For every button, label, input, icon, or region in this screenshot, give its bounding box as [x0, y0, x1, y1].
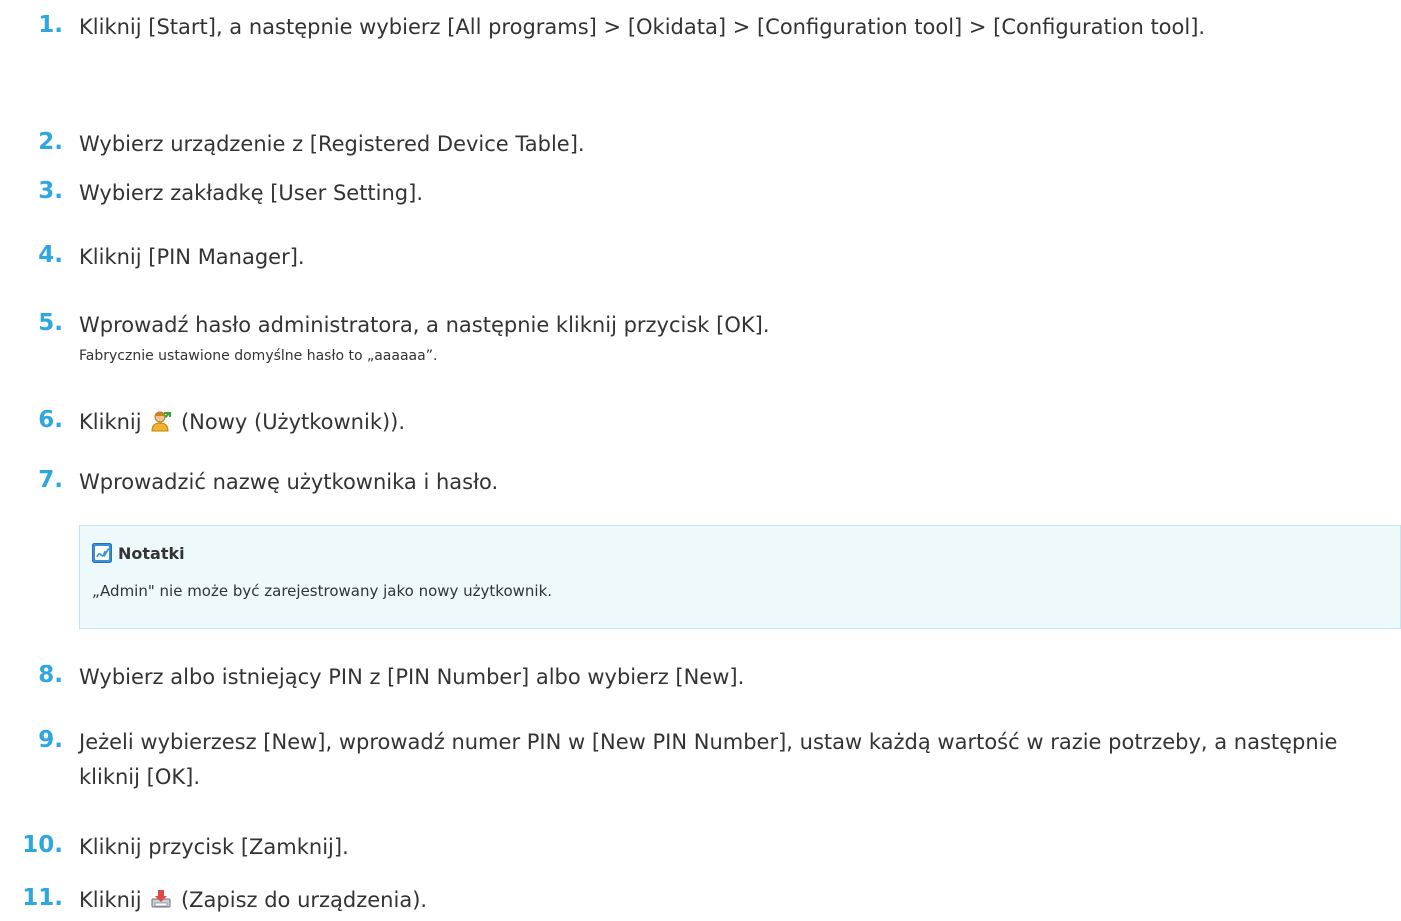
step-subtext: Fabrycznie ustawione domyślne hasło to „… — [79, 348, 438, 364]
step-number: 8. — [38, 662, 63, 688]
memo-pen-icon — [92, 543, 112, 563]
step-number: 11. — [22, 885, 63, 911]
step-text: Kliknij [PIN Manager]. — [79, 245, 305, 269]
note-title: Notatki — [118, 544, 185, 563]
step-text: Wybierz urządzenie z [Registered Device … — [79, 132, 585, 156]
step-text-block: Kliknij (Zapisz do urządzenia). — [79, 883, 1401, 918]
step-number: 1. — [38, 12, 63, 38]
note-header: Notatki — [92, 543, 185, 564]
note-box: Notatki „Admin" nie może być zarejestrow… — [79, 525, 1401, 629]
step-number: 7. — [38, 467, 63, 493]
note-text: „Admin" nie może być zarejestrowany jako… — [92, 582, 553, 600]
step-number: 10. — [22, 832, 63, 858]
step-text: Kliknij — [79, 888, 142, 912]
step-text: (Zapisz do urządzenia). — [180, 888, 428, 912]
step-number: 2. — [38, 129, 63, 155]
step-text-block: Wprowadź hasło administratora, a następn… — [79, 308, 1401, 367]
step-text: (Nowy (Użytkownik)). — [180, 410, 406, 434]
step-text: Wybierz zakładkę [User Setting]. — [79, 181, 424, 205]
step-number: 6. — [38, 407, 63, 433]
step-number: 3. — [38, 178, 63, 204]
step-number: 5. — [38, 310, 63, 336]
step-text-block: Kliknij (Nowy (Użytkownik)). — [79, 405, 1401, 440]
step-text: Kliknij przycisk [Zamknij]. — [79, 835, 349, 859]
step-text: Jeżeli wybierzesz [New], wprowadź numer … — [79, 730, 1338, 789]
new-user-icon — [151, 411, 172, 432]
step-text: Wprowadź hasło administratora, a następn… — [79, 313, 770, 337]
step-text: Wybierz albo istniejący PIN z [PIN Numbe… — [79, 665, 745, 689]
step-text: Kliknij [Start], a następnie wybierz [Al… — [79, 15, 1206, 39]
step-number: 9. — [38, 727, 63, 753]
step-text: Kliknij — [79, 410, 142, 434]
save-to-device-icon — [151, 890, 171, 908]
step-number: 4. — [38, 242, 63, 268]
step-text: Wprowadzić nazwę użytkownika i hasło. — [79, 470, 499, 494]
